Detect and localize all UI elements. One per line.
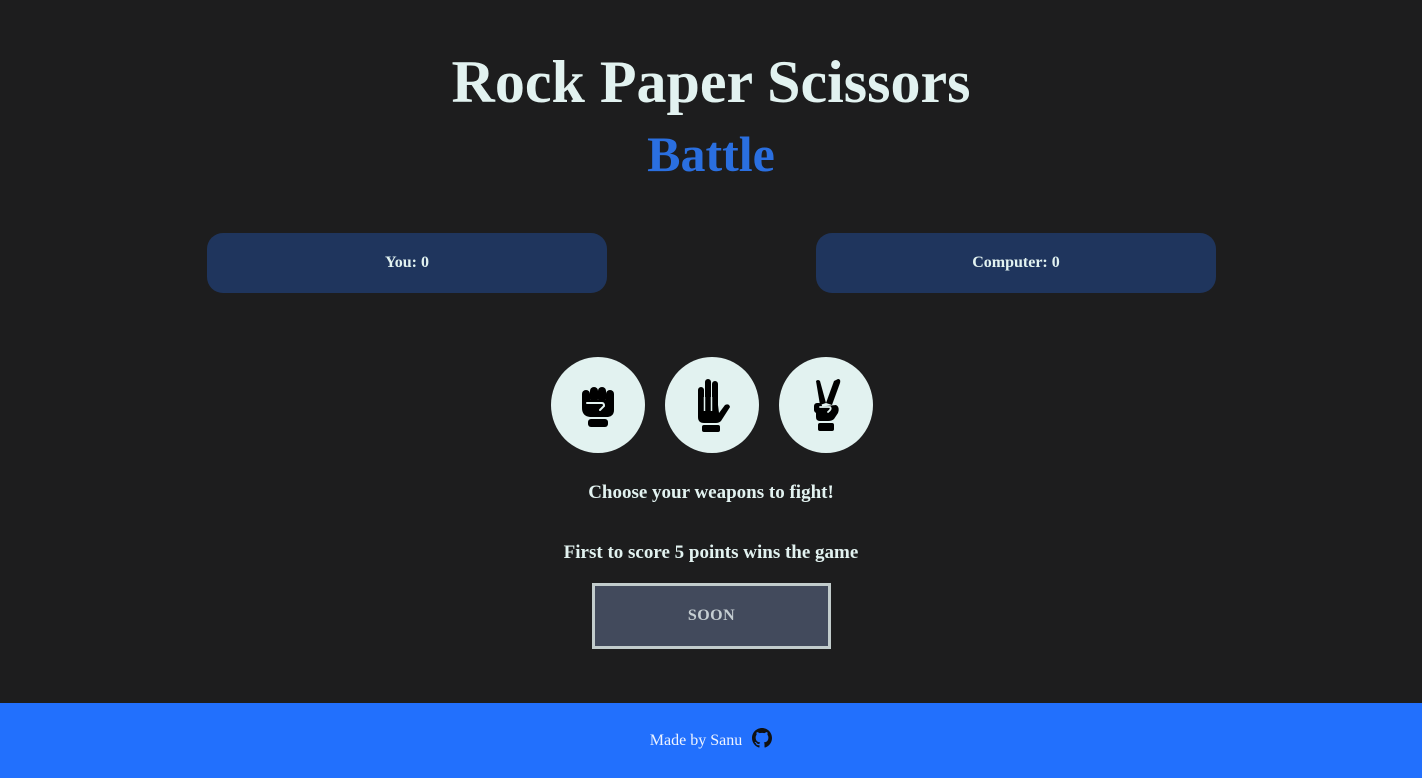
rock-button[interactable] xyxy=(551,357,645,453)
instruction-text: Choose your weapons to fight! xyxy=(588,482,834,503)
scissors-button[interactable] xyxy=(779,357,873,453)
player-score: You: 0 xyxy=(384,254,429,271)
result-button[interactable]: SOON xyxy=(592,583,831,649)
page-subtitle: Battle xyxy=(647,126,775,182)
github-icon xyxy=(752,728,773,753)
fist-icon xyxy=(578,382,618,428)
paper-button[interactable] xyxy=(665,357,759,453)
github-link[interactable] xyxy=(752,728,773,753)
page-title: Rock Paper Scissors xyxy=(451,49,971,115)
open-hand-icon xyxy=(692,377,732,433)
computer-score-panel: Computer: 0 xyxy=(816,233,1216,293)
peace-hand-icon xyxy=(806,377,846,433)
rule-text: First to score 5 points wins the game xyxy=(563,542,859,563)
player-score-panel: You: 0 xyxy=(207,233,607,293)
footer: Made by Sanu xyxy=(0,703,1422,778)
footer-credit: Made by Sanu xyxy=(649,731,743,749)
computer-score: Computer: 0 xyxy=(972,254,1060,271)
